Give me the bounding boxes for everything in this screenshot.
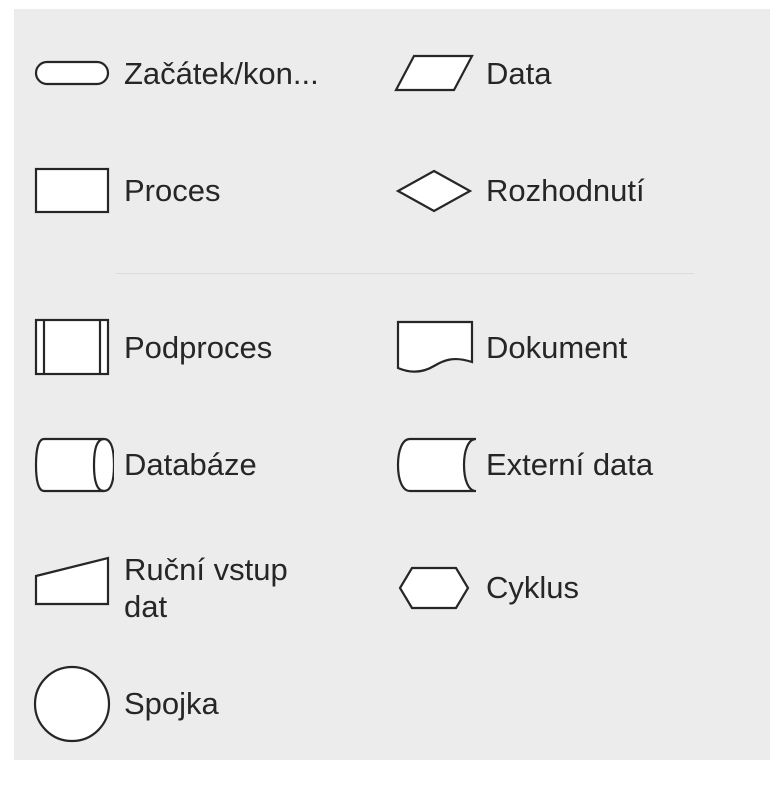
- connector-circle-icon: [33, 665, 111, 743]
- shape-label: Databáze: [124, 447, 257, 483]
- shape-label: Cyklus: [486, 570, 580, 606]
- shape-document[interactable]: Dokument: [392, 308, 627, 388]
- subprocess-icon: [34, 318, 110, 376]
- shape-data[interactable]: Data: [392, 34, 551, 114]
- shape-label: Externí data: [486, 447, 654, 483]
- process-rectangle-icon: [34, 167, 110, 214]
- shape-label: Data: [486, 56, 552, 92]
- shape-database[interactable]: Databáze: [30, 425, 257, 505]
- database-cylinder-icon: [34, 437, 114, 493]
- shape-loop[interactable]: Cyklus: [392, 548, 579, 628]
- section-divider: [116, 273, 694, 274]
- manual-input-icon: [34, 556, 110, 606]
- shape-terminator[interactable]: Začátek/kon...: [30, 34, 319, 114]
- shape-process[interactable]: Proces: [30, 151, 220, 231]
- shape-subprocess[interactable]: Podproces: [30, 308, 272, 388]
- decision-diamond-icon: [395, 169, 473, 213]
- shape-label: Spojka: [124, 686, 219, 722]
- shape-label: Proces: [124, 173, 221, 209]
- shape-manual-input[interactable]: Ruční vstup dat: [30, 548, 334, 628]
- shape-external-data[interactable]: Externí data: [392, 425, 653, 505]
- shape-decision[interactable]: Rozhodnutí: [392, 151, 645, 231]
- shape-label: Začátek/kon...: [124, 56, 319, 92]
- shape-connector[interactable]: Spojka: [30, 664, 219, 744]
- terminator-icon: [34, 60, 110, 86]
- external-data-icon: [396, 437, 476, 493]
- loop-hexagon-icon: [398, 566, 470, 610]
- data-parallelogram-icon: [394, 54, 474, 92]
- shape-label: Podproces: [124, 330, 273, 366]
- shape-label: Rozhodnutí: [486, 173, 645, 209]
- shape-label: Dokument: [486, 330, 628, 366]
- document-icon: [396, 320, 474, 373]
- shape-label: Ruční vstup dat: [124, 551, 288, 624]
